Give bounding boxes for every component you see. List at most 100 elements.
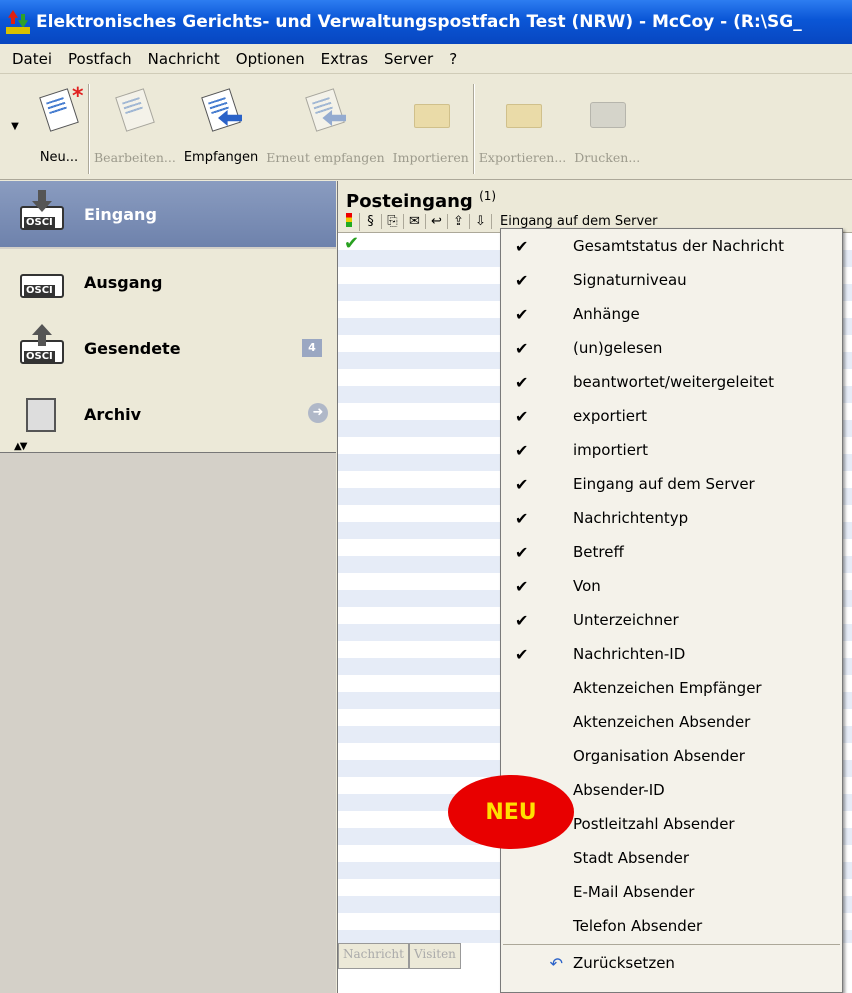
outbox-osci-icon: OSCI	[18, 258, 66, 306]
title-bar: Elektronisches Gerichts- und Verwaltungs…	[0, 0, 852, 44]
menu-item-label: Von	[573, 577, 601, 595]
menu-item-signaturniveau[interactable]: ✔ Signaturniveau	[501, 263, 842, 297]
menu-item-unterzeichner[interactable]: ✔ Unterzeichner	[501, 603, 842, 637]
paragraph-icon: §	[367, 214, 374, 229]
checkmark-icon: ✔	[515, 474, 529, 494]
checkmark-icon: ✔	[515, 542, 529, 562]
menu-item-label: Nachrichten-ID	[573, 645, 686, 663]
menu-item-von[interactable]: ✔ Von	[501, 569, 842, 603]
menu-datei[interactable]: Datei	[4, 50, 60, 68]
imported-column-header[interactable]: ⇩	[470, 214, 492, 229]
nav-item-archiv[interactable]: Archiv ➜	[0, 381, 336, 447]
received-column-header[interactable]: Eingang auf dem Server	[492, 214, 658, 229]
menu-bar: Datei Postfach Nachricht Optionen Extras…	[0, 44, 852, 74]
menu-item-label: beantwortet/weitergeleitet	[573, 373, 774, 391]
menu-item-nachrichtentyp[interactable]: ✔ Nachrichtentyp	[501, 501, 842, 535]
detail-tabs: Nachricht Visiten	[338, 943, 461, 969]
menu-item-label: Stadt Absender	[573, 849, 690, 867]
read-column-header[interactable]: ✉	[404, 214, 426, 229]
nav-splitter-handle[interactable]: ▲▼	[0, 441, 336, 453]
printer-icon	[582, 84, 632, 144]
column-context-menu: ✔ Gesamtstatus der Nachricht ✔ Signaturniv…	[500, 228, 843, 993]
menu-item-gelesen[interactable]: ✔ (un)gelesen	[501, 331, 842, 365]
menu-nachricht[interactable]: Nachricht	[140, 50, 228, 68]
sent-osci-icon: OSCI	[18, 324, 66, 372]
menu-item-beantwortet[interactable]: ✔ beantwortet/weitergeleitet	[501, 365, 842, 399]
archive-safe-icon	[18, 390, 66, 438]
replied-column-header[interactable]: ↩	[426, 214, 448, 229]
new-button[interactable]: * Neu...	[30, 76, 88, 176]
menu-item-label: Aktenzeichen Absender	[573, 713, 751, 731]
expand-collapse-icon: ▲▼	[14, 441, 27, 452]
menu-item-eingang-server[interactable]: ✔ Eingang auf dem Server	[501, 467, 842, 501]
menu-item-label: Telefon Absender	[573, 917, 703, 935]
menu-item-label: Gesamtstatus der Nachricht	[573, 237, 785, 255]
toolbar-dropdown-toggle[interactable]: ▼	[0, 76, 30, 176]
menu-extras[interactable]: Extras	[313, 50, 376, 68]
menu-item-label: Signaturniveau	[573, 271, 687, 289]
menu-item-nachrichten-id[interactable]: ✔ Nachrichten-ID	[501, 637, 842, 671]
menu-optionen[interactable]: Optionen	[228, 50, 313, 68]
nav-item-label: Eingang	[84, 204, 157, 224]
signature-column-header[interactable]: §	[360, 214, 382, 229]
import-button[interactable]: Importieren	[389, 76, 473, 176]
edit-button-label: Bearbeiten...	[94, 150, 176, 165]
menu-item-aktenzeichen-absender[interactable]: Aktenzeichen Absender	[501, 705, 842, 739]
arrow-right-icon[interactable]: ➜	[308, 403, 328, 423]
new-message-icon: *	[34, 84, 84, 144]
menu-item-label: Betreff	[573, 543, 624, 561]
menu-item-organisation-absender[interactable]: Organisation Absender	[501, 739, 842, 773]
menu-server[interactable]: Server	[376, 50, 441, 68]
menu-item-stadt-absender[interactable]: Stadt Absender	[501, 841, 842, 875]
status-column-header[interactable]	[338, 212, 360, 231]
print-button[interactable]: Drucken...	[570, 76, 644, 176]
nav-item-eingang[interactable]: OSCI Eingang	[0, 181, 336, 247]
menu-item-label: Aktenzeichen Empfänger	[573, 679, 762, 697]
inbox-title: Posteingang	[346, 191, 473, 212]
edit-button[interactable]: Bearbeiten...	[90, 76, 180, 176]
paperclip-icon: ⎘	[387, 214, 398, 229]
checkmark-icon: ✔	[515, 338, 529, 358]
menu-item-anhaenge[interactable]: ✔ Anhänge	[501, 297, 842, 331]
egvp-logo-icon	[6, 10, 30, 34]
new-button-label: Neu...	[39, 150, 79, 165]
checkmark-icon: ✔	[515, 508, 529, 528]
receive-button[interactable]: Empfangen	[180, 76, 262, 176]
menu-item-telefon-absender[interactable]: Telefon Absender	[501, 909, 842, 943]
nav-item-gesendete[interactable]: OSCI Gesendete 4	[0, 315, 336, 381]
checkmark-icon: ✔	[515, 372, 529, 392]
nav-item-ausgang[interactable]: OSCI Ausgang	[0, 249, 336, 315]
menu-item-importiert[interactable]: ✔ importiert	[501, 433, 842, 467]
menu-help[interactable]: ?	[441, 50, 465, 68]
menu-item-email-absender[interactable]: E-Mail Absender	[501, 875, 842, 909]
new-feature-badge: NEU	[448, 775, 574, 849]
menu-item-label: E-Mail Absender	[573, 883, 695, 901]
receive-again-button[interactable]: Erneut empfangen	[262, 76, 388, 176]
checkmark-icon: ✔	[515, 644, 529, 664]
nav-item-label: Archiv	[84, 404, 142, 424]
export-button[interactable]: Exportieren...	[475, 76, 570, 176]
tab-nachricht[interactable]: Nachricht	[338, 943, 409, 969]
menu-item-aktenzeichen-empfaenger[interactable]: Aktenzeichen Empfänger	[501, 671, 842, 705]
menu-item-label: Unterzeichner	[573, 611, 679, 629]
menu-separator	[503, 944, 840, 945]
menu-item-label: importiert	[573, 441, 648, 459]
attachment-column-header[interactable]: ⎘	[382, 214, 404, 229]
sent-count-badge: 4	[302, 339, 322, 357]
menu-postfach[interactable]: Postfach	[60, 50, 140, 68]
checkmark-icon: ✔	[515, 270, 529, 290]
tab-visitenkarte[interactable]: Visiten	[408, 943, 461, 969]
import-icon: ⇩	[475, 214, 486, 229]
reply-arrow-icon: ↩	[431, 214, 442, 229]
menu-item-exportiert[interactable]: ✔ exportiert	[501, 399, 842, 433]
menu-item-label: Postleitzahl Absender	[573, 815, 735, 833]
checkmark-icon: ✔	[515, 236, 529, 256]
menu-item-reset[interactable]: ↶ Zurücksetzen	[501, 946, 842, 980]
menu-item-label: exportiert	[573, 407, 648, 425]
menu-item-betreff[interactable]: ✔ Betreff	[501, 535, 842, 569]
exported-column-header[interactable]: ⇪	[448, 214, 470, 229]
menu-item-gesamtstatus[interactable]: ✔ Gesamtstatus der Nachricht	[501, 229, 842, 263]
menu-item-label: Eingang auf dem Server	[573, 475, 755, 493]
mailbox-navigation: OSCI Eingang OSCI Ausgang OSCI Gesendete…	[0, 181, 336, 993]
menu-item-label: Nachrichtentyp	[573, 509, 689, 527]
